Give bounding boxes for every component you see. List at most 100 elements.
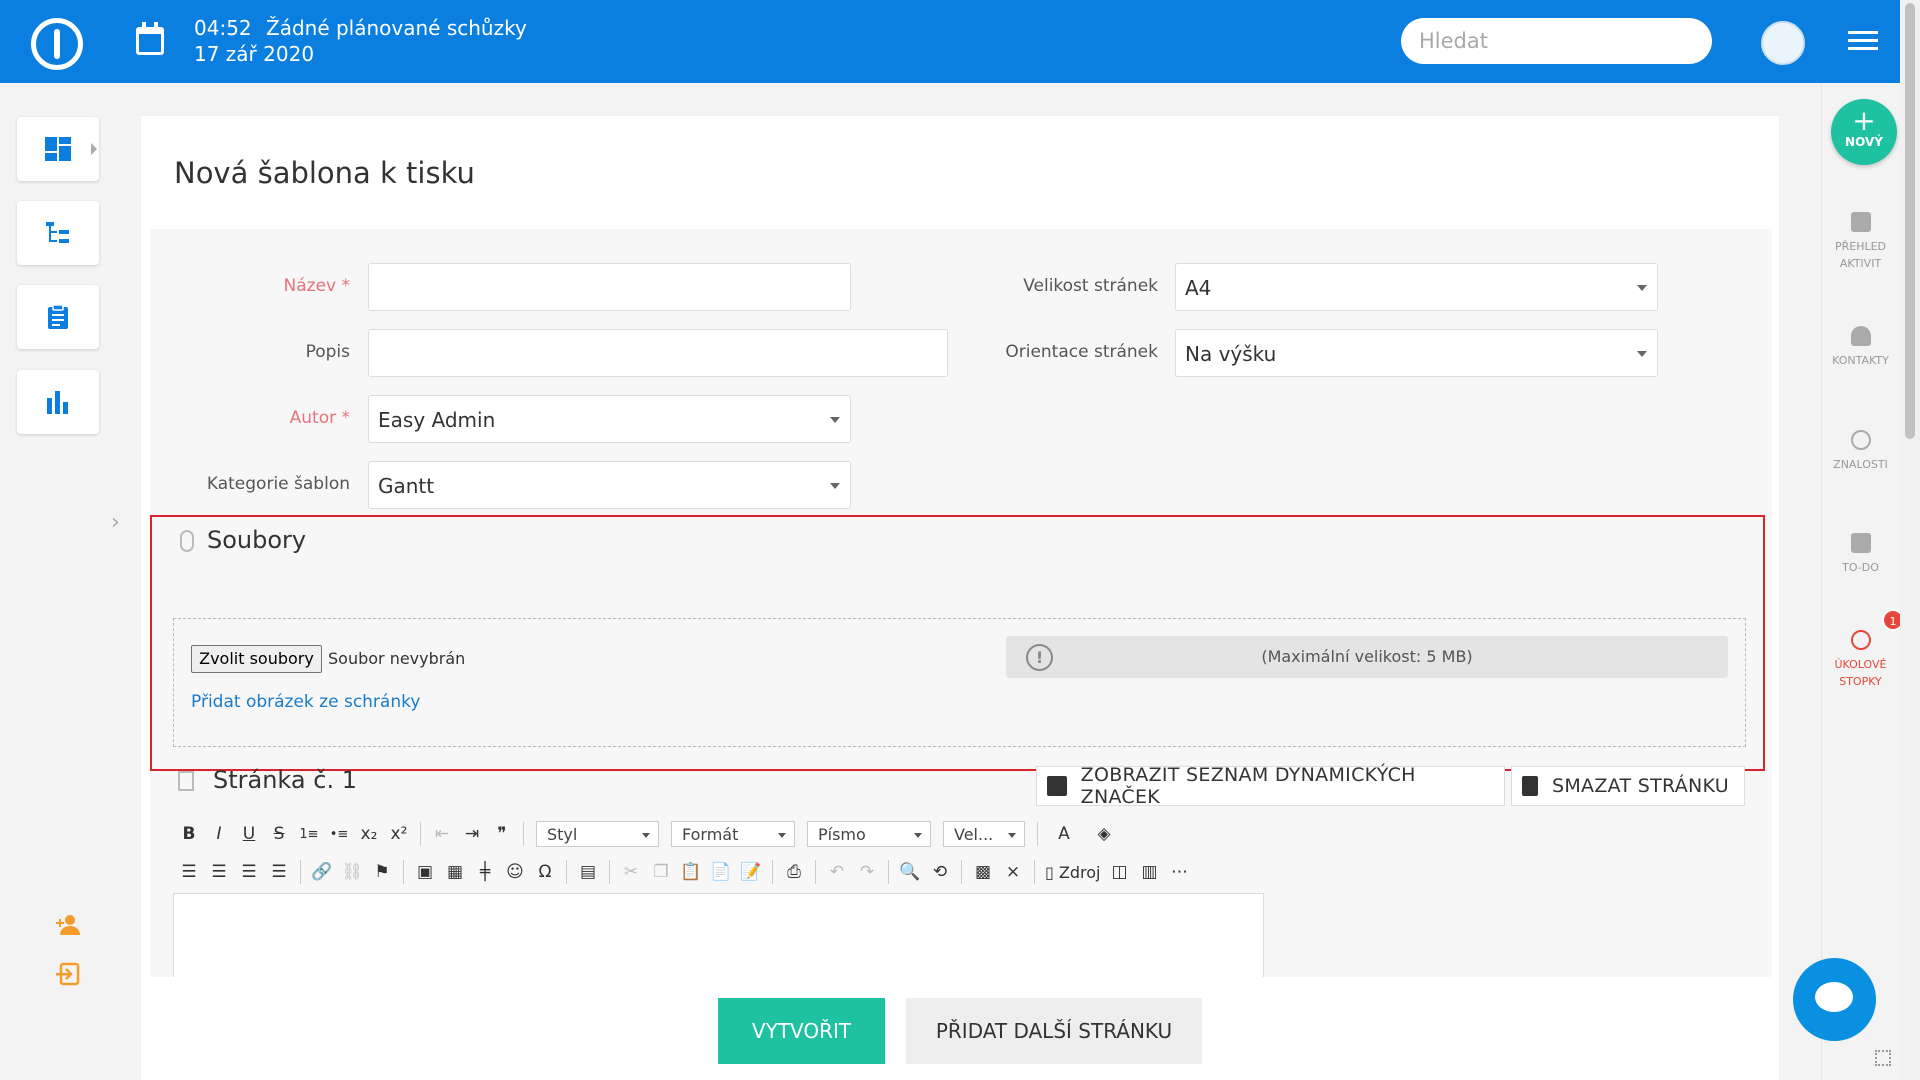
show-dynamic-tags-button[interactable]: ZOBRAZIT SEZNAM DYNAMICKÝCH ZNAČEK	[1036, 764, 1505, 808]
knowledge-label: ZNALOSTI	[1833, 458, 1888, 471]
choose-files-button[interactable]: Zvolit soubory	[191, 645, 322, 673]
outdent-button[interactable]: ⇤	[427, 819, 457, 849]
page-break-button[interactable]: ⋯	[1164, 857, 1194, 887]
sidebar-collapse-arrow-icon[interactable]: ›	[111, 510, 127, 535]
underline-button[interactable]: U	[234, 819, 264, 849]
horizontal-line-button[interactable]: ╪	[470, 857, 500, 887]
page-size-label: Velikost stránek	[1023, 276, 1158, 296]
iframe-button[interactable]: ▤	[573, 857, 603, 887]
new-button[interactable]: + NOVÝ	[1831, 99, 1897, 165]
reports-nav-button[interactable]	[17, 370, 99, 434]
style-dropdown[interactable]: Styl	[536, 821, 659, 847]
source-button[interactable]: ▯ Zdroj	[1041, 857, 1104, 887]
author-select[interactable]: Easy Admin	[368, 395, 851, 443]
align-left-button[interactable]: ☰	[174, 857, 204, 887]
preview-button[interactable]: ◫	[1104, 857, 1134, 887]
meetings-status[interactable]: Žádné plánované schůzky	[266, 16, 527, 40]
copy-button[interactable]: ❐	[646, 857, 676, 887]
source-label: Zdroj	[1058, 862, 1101, 882]
search-input[interactable]	[1401, 18, 1712, 64]
print-button[interactable]: ⎙	[779, 857, 809, 887]
undo-button[interactable]: ↶	[822, 857, 852, 887]
logout-icon[interactable]	[55, 961, 81, 987]
add-user-icon[interactable]	[55, 912, 81, 938]
bulleted-list-button[interactable]: •≡	[324, 819, 354, 849]
paste-word-button[interactable]: 📝	[736, 857, 766, 887]
align-right-button[interactable]: ☰	[234, 857, 264, 887]
name-input[interactable]	[368, 263, 851, 311]
cut-button[interactable]: ✂	[616, 857, 646, 887]
strikethrough-button[interactable]: S	[264, 819, 294, 849]
tasks-nav-button[interactable]	[17, 285, 99, 349]
justify-button[interactable]: ☰	[264, 857, 294, 887]
unlink-button[interactable]: ⛓	[337, 857, 367, 887]
projects-nav-button[interactable]	[17, 201, 99, 265]
contacts-item[interactable]: KONTAKTY	[1821, 326, 1900, 369]
subscript-button[interactable]: x₂	[354, 819, 384, 849]
category-select[interactable]: Gantt	[368, 461, 851, 509]
author-label: Autor *	[289, 408, 350, 428]
current-time: 04:52	[194, 16, 252, 40]
toolbar-separator	[1034, 860, 1035, 884]
link-button[interactable]: 🔗	[307, 857, 337, 887]
dashboard-nav-button[interactable]	[17, 117, 99, 181]
insert-image-button[interactable]: ▣	[410, 857, 440, 887]
remove-format-button[interactable]: ⨯	[998, 857, 1028, 887]
page-icon	[178, 771, 194, 791]
scrollbar-thumb[interactable]	[1905, 3, 1915, 439]
calendar-icon[interactable]	[136, 22, 164, 55]
todo-item[interactable]: TO-DO	[1821, 533, 1900, 576]
text-color-button[interactable]: A	[1044, 819, 1084, 849]
insert-table-button[interactable]: ▦	[440, 857, 470, 887]
paste-button[interactable]: 📋	[676, 857, 706, 887]
no-file-text: Soubor nevybrán	[328, 649, 466, 668]
fullscreen-icon[interactable]	[1875, 1050, 1891, 1066]
align-center-button[interactable]: ☰	[204, 857, 234, 887]
clipboard-icon	[48, 304, 68, 329]
orientation-select[interactable]: Na výšku	[1175, 329, 1658, 377]
editor-toolbar-row-2: ☰ ☰ ☰ ☰ 🔗 ⛓ ⚑ ▣ ▦ ╪ ☺ Ω ▤ ✂ ❐ 📋 📄 📝 ⎙ ↶ …	[174, 856, 1194, 888]
page-size-select[interactable]: A4	[1175, 263, 1658, 311]
replace-button[interactable]: ⟲	[925, 857, 955, 887]
timers-label-1: ÚKOLOVÉ	[1834, 658, 1887, 671]
hamburger-menu-icon[interactable]	[1848, 31, 1878, 53]
delete-page-button[interactable]: SMAZAT STRÁNKU	[1511, 766, 1745, 806]
user-avatar[interactable]	[1761, 21, 1805, 65]
select-all-button[interactable]: ▩	[968, 857, 998, 887]
add-image-from-clipboard-link[interactable]: Přidat obrázek ze schránky	[191, 692, 420, 712]
italic-button[interactable]: I	[204, 819, 234, 849]
expand-arrow-icon	[91, 143, 97, 155]
editor-content-area[interactable]	[173, 893, 1264, 977]
tree-icon	[46, 222, 69, 243]
bold-button[interactable]: B	[174, 819, 204, 849]
size-dropdown[interactable]: Vel...	[943, 821, 1025, 847]
format-dropdown[interactable]: Formát	[671, 821, 795, 847]
numbered-list-button[interactable]: 1≡	[294, 819, 324, 849]
anchor-button[interactable]: ⚑	[367, 857, 397, 887]
blockquote-button[interactable]: ❞	[487, 819, 517, 849]
paste-text-button[interactable]: 📄	[706, 857, 736, 887]
create-button[interactable]: VYTVOŘIT	[718, 998, 885, 1064]
smiley-button[interactable]: ☺	[500, 857, 530, 887]
redo-button[interactable]: ↷	[852, 857, 882, 887]
toolbar-separator	[961, 860, 962, 884]
superscript-button[interactable]: x²	[384, 819, 414, 849]
task-timers-item[interactable]: ÚKOLOVÉ STOPKY	[1821, 630, 1900, 690]
chat-bubble-icon[interactable]	[1793, 958, 1876, 1041]
activity-overview-item[interactable]: PŘEHLED AKTIVIT	[1821, 212, 1900, 272]
page-scrollbar[interactable]	[1900, 0, 1920, 1080]
app-logo-icon[interactable]	[31, 18, 83, 70]
delete-page-label: SMAZAT STRÁNKU	[1552, 775, 1729, 797]
toolbar-separator	[815, 860, 816, 884]
toolbar-separator	[523, 822, 524, 846]
flag-icon	[1850, 212, 1871, 232]
background-color-button[interactable]: ◈	[1084, 819, 1124, 849]
add-page-button[interactable]: PŘIDAT DALŠÍ STRÁNKU	[906, 998, 1202, 1064]
special-char-button[interactable]: Ω	[530, 857, 560, 887]
find-button[interactable]: 🔍	[895, 857, 925, 887]
indent-button[interactable]: ⇥	[457, 819, 487, 849]
knowledge-item[interactable]: ZNALOSTI	[1821, 430, 1900, 473]
font-dropdown[interactable]: Písmo	[807, 821, 931, 847]
templates-button[interactable]: ▥	[1134, 857, 1164, 887]
description-input[interactable]	[368, 329, 948, 377]
